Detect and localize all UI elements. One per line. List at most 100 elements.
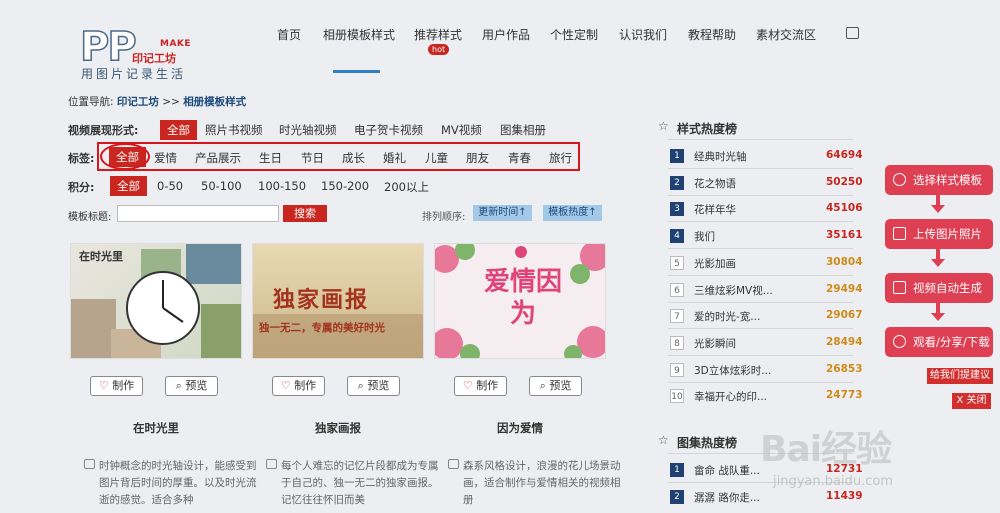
make-button-1[interactable]: ♡ 制作 xyxy=(90,376,143,396)
preview-button-2[interactable]: ⌕ 预览 xyxy=(347,376,400,396)
nav-help[interactable]: 教程帮助 xyxy=(688,26,736,43)
video-option-timeline[interactable]: 时光轴视频 xyxy=(279,122,337,138)
breadcrumb-prefix: 位置导航: xyxy=(68,96,114,108)
sort-by-hot-button[interactable]: 模板热度↑ xyxy=(543,205,602,221)
flow-step-auto-video[interactable]: 视频自动生成 xyxy=(885,273,993,303)
points-option-0-50[interactable]: 0-50 xyxy=(157,179,183,193)
card-desc-text-3: 森系风格设计，浪漫的花儿场景动画，适合制作与爱情相关的视频相册 xyxy=(463,460,621,506)
watermark-logo: Bai经验 xyxy=(760,429,892,470)
style-rank-value: 30804 xyxy=(826,255,863,268)
album-rank-name[interactable]: 畲命 战队重... xyxy=(694,463,760,478)
preview-label-1: 预览 xyxy=(185,379,208,392)
zoom-icon: ⌕ xyxy=(357,379,364,392)
points-option-150-200[interactable]: 150-200 xyxy=(321,179,369,193)
make-button-2[interactable]: ♡ 制作 xyxy=(272,376,325,396)
flow-step-upload-photos[interactable]: 上传图片照片 xyxy=(885,219,993,249)
breadcrumb-site[interactable]: 印记工坊 xyxy=(117,96,159,108)
card-title-1[interactable]: 在时光里 xyxy=(70,420,242,436)
nav-user-works[interactable]: 用户作品 xyxy=(482,26,530,43)
video-option-photobook[interactable]: 照片书视频 xyxy=(205,122,263,138)
flow-step-share[interactable]: 观看/分享/下载 xyxy=(885,327,993,357)
preview-button-1[interactable]: ⌕ 预览 xyxy=(165,376,218,396)
search-input[interactable] xyxy=(117,205,279,222)
album-rank-value: 11439 xyxy=(826,489,863,502)
album-rank-name[interactable]: 潺潺 路你走... xyxy=(694,490,760,505)
logo-make-text: MAKE xyxy=(160,39,192,49)
points-filter-label: 积分: xyxy=(68,181,95,194)
card-desc-text-1: 时钟概念的时光轴设计，能感受到图片背后时间的厚重。以及时光流逝的感觉。适合多种 xyxy=(99,460,257,506)
heart-icon: ♡ xyxy=(280,379,291,392)
style-rank-name[interactable]: 爱的时光-宽... xyxy=(694,309,760,324)
sort-label: 排列顺序: xyxy=(422,212,466,223)
breadcrumb: 位置导航: 印记工坊 >> 相册模板样式 xyxy=(68,94,246,109)
flow-arrow xyxy=(936,303,940,313)
style-rank-name[interactable]: 3D立体炫彩时... xyxy=(694,363,771,378)
style-rank-name[interactable]: 花样年华 xyxy=(694,202,736,217)
points-option-100-150[interactable]: 100-150 xyxy=(258,179,306,193)
video-option-gallery[interactable]: 图集相册 xyxy=(500,122,546,138)
style-rank-number: 9 xyxy=(670,362,684,377)
points-option-200-plus[interactable]: 200以上 xyxy=(384,179,429,195)
style-rank-number: 8 xyxy=(670,335,684,350)
card-title-2[interactable]: 独家画报 xyxy=(252,420,424,436)
nav-custom[interactable]: 个性定制 xyxy=(550,26,598,43)
preview-label-2: 预览 xyxy=(367,379,390,392)
logo-brand-name: 印记工坊 xyxy=(132,52,176,65)
star-icon: ☆ xyxy=(658,433,669,447)
heart-icon: ♡ xyxy=(98,379,109,392)
nav-home[interactable]: 首页 xyxy=(277,26,301,43)
points-option-all[interactable]: 全部 xyxy=(110,176,147,196)
close-button[interactable]: X 关闭 xyxy=(952,393,991,409)
rank-divider xyxy=(668,248,853,250)
nav-recommended[interactable]: 推荐样式 xyxy=(414,26,462,43)
card-title-3[interactable]: 因为爱情 xyxy=(434,420,606,436)
flow-arrow-head xyxy=(931,205,945,213)
upload-icon xyxy=(893,227,906,240)
flow-step-label-4: 观看/分享/下载 xyxy=(913,335,990,349)
rank-divider xyxy=(668,274,853,276)
video-option-all[interactable]: 全部 xyxy=(160,120,197,140)
style-rank-name[interactable]: 我们 xyxy=(694,229,715,244)
style-rank-name[interactable]: 光影瞬间 xyxy=(694,336,736,351)
make-button-3[interactable]: ♡ 制作 xyxy=(454,376,507,396)
style-rank-name[interactable]: 幸福开心的印... xyxy=(694,389,767,404)
mail-icon[interactable] xyxy=(846,27,859,39)
video-option-mv[interactable]: MV视频 xyxy=(441,122,482,138)
rank-divider xyxy=(668,194,853,196)
card-thumbnail-3[interactable]: 爱情因为 xyxy=(434,243,606,359)
card-desc-2: 每个人难忘的记忆片段都成为专属于自己的、独一无二的独家画报。记忆往往怀旧而美 xyxy=(266,458,441,509)
search-button[interactable]: 搜索 xyxy=(283,205,327,222)
make-label-2: 制作 xyxy=(294,379,317,392)
tag-highlight-ring xyxy=(100,143,150,170)
style-rank-name[interactable]: 花之物语 xyxy=(694,176,736,191)
nav-forum[interactable]: 素材交流区 xyxy=(756,26,816,43)
rank-divider xyxy=(668,301,853,303)
nav-album-templates[interactable]: 相册模板样式 xyxy=(323,26,395,43)
suggest-button[interactable]: 给我们提建议 xyxy=(927,368,993,384)
zoom-icon: ⌕ xyxy=(175,379,182,392)
card-thumbnail-1[interactable]: 在时光里 xyxy=(70,243,242,359)
style-rank-value: 29494 xyxy=(826,282,863,295)
video-icon xyxy=(893,281,906,294)
style-rank-value: 24773 xyxy=(826,389,863,402)
style-rank-name[interactable]: 光影加画 xyxy=(694,256,736,271)
card-desc-1: 时钟概念的时光轴设计，能感受到图片背后时间的厚重。以及时光流逝的感觉。适合多种 xyxy=(84,458,259,509)
card-thumbnail-2[interactable]: 独家画报 独一无二，专属的美好时光 xyxy=(252,243,424,359)
style-rank-value: 28494 xyxy=(826,335,863,348)
flow-arrow-head xyxy=(931,259,945,267)
breadcrumb-sep: >> xyxy=(162,96,180,108)
watermark-url: jingyan.baidu.com xyxy=(773,474,893,489)
style-rank-name[interactable]: 三维炫彩MV视... xyxy=(694,283,773,298)
style-rank-name[interactable]: 经典时光轴 xyxy=(694,149,747,164)
nav-about[interactable]: 认识我们 xyxy=(619,26,667,43)
zoom-icon: ⌕ xyxy=(539,379,546,392)
breadcrumb-current[interactable]: 相册模板样式 xyxy=(183,96,246,108)
search-icon xyxy=(893,173,906,186)
card-desc-3: 森系风格设计，浪漫的花儿场景动画，适合制作与爱情相关的视频相册 xyxy=(448,458,623,509)
flow-step-select-template[interactable]: 选择样式模板 xyxy=(885,165,993,195)
points-option-50-100[interactable]: 50-100 xyxy=(201,179,242,193)
sort-by-time-button[interactable]: 更新时间↑ xyxy=(473,205,532,221)
logo[interactable]: PP xyxy=(79,23,137,71)
video-option-ecard[interactable]: 电子贺卡视频 xyxy=(354,122,423,138)
preview-button-3[interactable]: ⌕ 预览 xyxy=(529,376,582,396)
